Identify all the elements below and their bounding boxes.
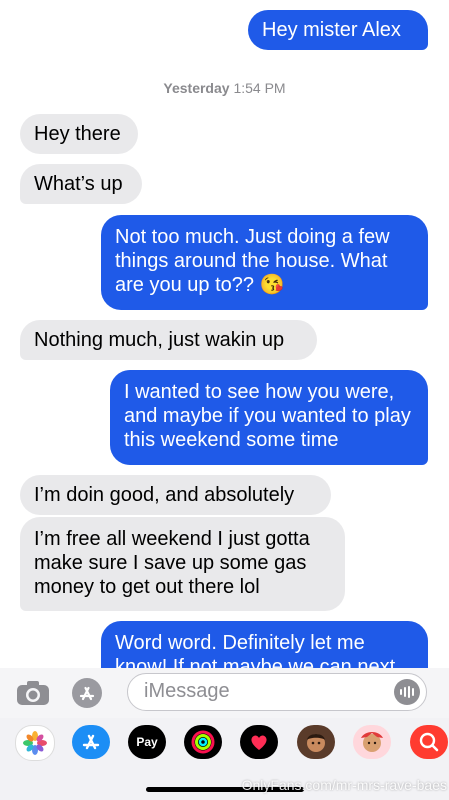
timestamp-time: 1:54 PM: [233, 80, 286, 96]
app-drawer: Pay: [0, 718, 449, 764]
memoji-stickers-icon[interactable]: [353, 725, 391, 759]
camera-icon[interactable]: [16, 680, 50, 706]
received-message[interactable]: Nothing much, just wakin up: [20, 320, 317, 360]
message-thread[interactable]: Hey mister Alex Yesterday 1:54 PM Hey th…: [0, 0, 449, 668]
audio-waveform-icon[interactable]: [394, 679, 420, 705]
timestamp: Yesterday 1:54 PM: [0, 80, 449, 96]
apple-pay-icon[interactable]: Pay: [128, 725, 166, 759]
sent-message[interactable]: Word word. Definitely let me know! If no…: [101, 621, 428, 668]
app-store-icon[interactable]: [72, 725, 110, 759]
sent-message[interactable]: I wanted to see how you were, and maybe …: [110, 370, 428, 465]
received-message[interactable]: I’m free all weekend I just gotta make s…: [20, 517, 345, 611]
received-message[interactable]: What’s up: [20, 164, 142, 204]
received-message[interactable]: I’m doin good, and absolutely: [20, 475, 331, 515]
received-message[interactable]: Hey there: [20, 114, 138, 154]
timestamp-day: Yesterday: [163, 80, 230, 96]
message-input[interactable]: iMessage: [127, 673, 427, 711]
message-input-placeholder: iMessage: [144, 680, 230, 702]
sent-message[interactable]: Not too much. Just doing a few things ar…: [101, 215, 428, 310]
web-search-icon[interactable]: [410, 725, 448, 759]
sent-message[interactable]: Hey mister Alex: [248, 10, 428, 50]
apple-pay-label: Pay: [136, 735, 158, 749]
photos-icon[interactable]: [15, 725, 55, 761]
digital-touch-icon[interactable]: [240, 725, 278, 759]
memoji-icon[interactable]: [297, 725, 335, 759]
watermark: OnlyFans.com/mr-mrs-rave-baes: [241, 777, 447, 793]
activity-icon[interactable]: [184, 725, 222, 759]
message-input-bar: iMessage: [0, 668, 449, 718]
app-store-icon[interactable]: [72, 678, 102, 708]
